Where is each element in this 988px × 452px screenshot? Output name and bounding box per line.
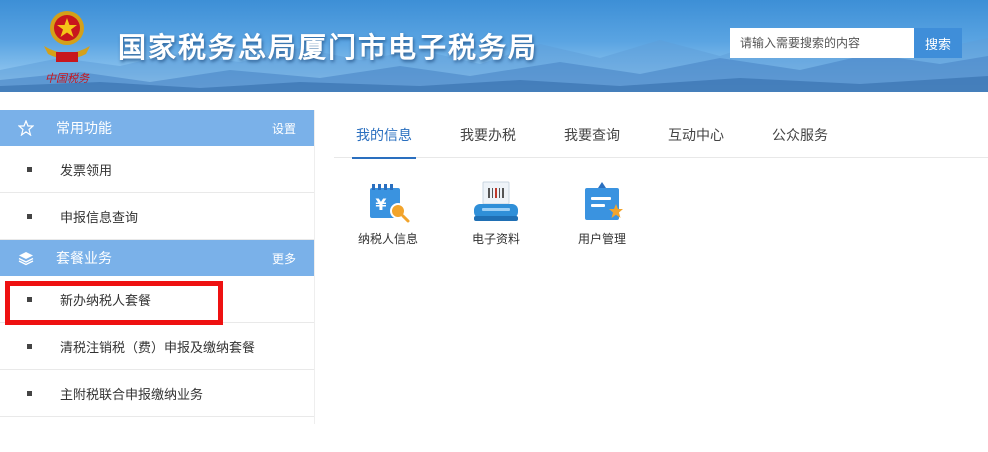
section-header-package-services: 套餐业务 更多	[0, 240, 314, 276]
app-grid: ¥ 纳税人信息 电子资料 用户管理	[334, 158, 988, 278]
sidebar-item-label: 申报信息查询	[60, 210, 139, 226]
tax-emblem-logo: 中国税务	[34, 6, 100, 86]
app-taxpayer-info[interactable]: ¥ 纳税人信息	[348, 180, 428, 247]
sidebar: 常用功能 设置 发票领用 申报信息查询 套餐业务 更多 新办纳税人套餐 清税注销…	[0, 110, 315, 424]
site-header: 中国税务 国家税务总局厦门市电子税务局 搜索	[0, 0, 988, 92]
sidebar-item-declaration-query[interactable]: 申报信息查询	[0, 193, 314, 240]
settings-link[interactable]: 设置	[272, 120, 296, 137]
user-management-icon	[585, 182, 623, 220]
bullet-icon	[27, 343, 32, 349]
search-input[interactable]	[730, 28, 914, 58]
tab-tax-handling[interactable]: 我要办税	[460, 110, 516, 158]
search-bar: 搜索	[730, 28, 962, 58]
sidebar-item-invoice-collection[interactable]: 发票领用	[0, 146, 314, 193]
bullet-icon	[27, 213, 32, 219]
tab-interaction-center[interactable]: 互动中心	[668, 110, 724, 158]
bullet-icon	[27, 166, 32, 172]
tab-public-service[interactable]: 公众服务	[772, 110, 828, 158]
svg-text:¥: ¥	[375, 195, 386, 214]
search-button[interactable]: 搜索	[914, 28, 962, 58]
svg-text:中国税务: 中国税务	[45, 72, 90, 85]
highlight-annotation-box	[5, 281, 223, 325]
sidebar-item-label: 主附税联合申报缴纳业务	[60, 387, 204, 403]
sidebar-item-joint-declaration[interactable]: 主附税联合申报缴纳业务	[0, 370, 314, 417]
sidebar-item-tax-cancellation-package[interactable]: 清税注销税（费）申报及缴纳套餐	[0, 323, 314, 370]
taxpayer-info-icon: ¥	[370, 184, 410, 223]
tab-my-info[interactable]: 我的信息	[352, 110, 416, 159]
tab-bar: 我的信息 我要办税 我要查询 互动中心 公众服务	[334, 110, 988, 159]
app-label: 电子资料	[471, 232, 520, 246]
section-title: 常用功能	[56, 121, 112, 137]
more-link[interactable]: 更多	[272, 250, 296, 267]
sidebar-item-label: 发票领用	[60, 163, 113, 179]
layers-icon	[18, 252, 34, 266]
app-electronic-materials[interactable]: 电子资料	[456, 180, 536, 247]
app-label: 纳税人信息	[357, 232, 418, 246]
scanner-icon	[474, 181, 518, 221]
section-header-common-functions: 常用功能 设置	[0, 110, 314, 146]
section-title: 套餐业务	[56, 251, 112, 267]
bullet-icon	[27, 390, 32, 396]
tab-query[interactable]: 我要查询	[564, 110, 620, 158]
app-label: 用户管理	[577, 232, 626, 246]
main-panel: 我的信息 我要办税 我要查询 互动中心 公众服务 ¥ 纳税人信息 电子资料 用户…	[334, 110, 988, 424]
app-user-management[interactable]: 用户管理	[562, 180, 642, 247]
star-outline-icon	[18, 120, 34, 136]
sidebar-item-label: 清税注销税（费）申报及缴纳套餐	[60, 340, 256, 356]
site-title: 国家税务总局厦门市电子税务局	[118, 31, 539, 64]
